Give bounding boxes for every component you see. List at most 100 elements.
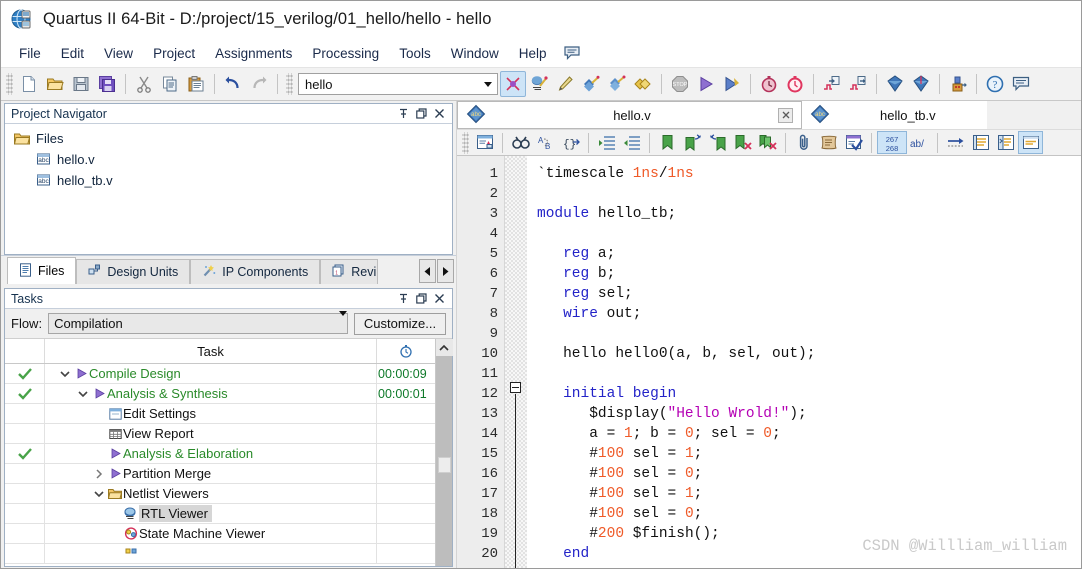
timing-analyzer-red-button[interactable] [782, 71, 808, 97]
replace-button[interactable]: AB [533, 131, 558, 154]
copy-button[interactable] [157, 71, 183, 97]
menu-edit[interactable]: Edit [51, 43, 94, 64]
project-revision-combo[interactable]: hello [298, 73, 498, 95]
code-text[interactable]: `timescale 1ns/1ns module hello_tb; reg … [527, 156, 1081, 568]
chevron-down-icon[interactable] [91, 490, 107, 498]
expand-all-button[interactable] [993, 131, 1018, 154]
bookmark-next-button[interactable] [680, 131, 705, 154]
new-file-button[interactable] [16, 71, 42, 97]
word-wrap-button[interactable]: ab/ [907, 131, 932, 154]
collapse-all-button[interactable] [968, 131, 993, 154]
compile-pencil-button[interactable] [552, 71, 578, 97]
editor-tab-hello-tb-v[interactable]: abc hello_tb.v [802, 101, 987, 129]
save-all-button[interactable] [94, 71, 120, 97]
nav-tab-revisions[interactable]: 1 Revi [320, 259, 379, 284]
chevron-down-icon[interactable] [339, 311, 347, 331]
close-icon[interactable] [778, 107, 793, 123]
nav-tab-files[interactable]: Files [7, 257, 77, 284]
task-cell[interactable]: Analysis & Elaboration [45, 444, 377, 463]
goto-button[interactable]: {} [558, 131, 583, 154]
table-row[interactable]: Compile Design 00:00:09 [5, 364, 435, 384]
task-cell[interactable]: RTL Viewer [45, 504, 377, 523]
nav-tab-ip-components[interactable]: IP Components [190, 259, 321, 284]
table-row[interactable]: Analysis & Synthesis 00:00:01 [5, 384, 435, 404]
table-row[interactable]: Netlist Viewers [5, 484, 435, 504]
task-cell[interactable] [45, 544, 377, 563]
triangle-left-icon[interactable] [419, 259, 436, 283]
stop-button[interactable]: STOP [667, 71, 693, 97]
table-row-partial[interactable] [5, 544, 435, 564]
table-row[interactable]: Analysis & Elaboration [5, 444, 435, 464]
pin-planner-button[interactable] [945, 71, 971, 97]
menu-tools[interactable]: Tools [389, 43, 441, 64]
nav-tab-design-units[interactable]: Design Units [76, 259, 191, 284]
help-button[interactable]: ? [982, 71, 1008, 97]
pin-icon[interactable] [397, 292, 410, 305]
timing-analyzer-button[interactable] [756, 71, 782, 97]
table-row[interactable]: Partition Merge [5, 464, 435, 484]
start-compilation-report-button[interactable] [719, 71, 745, 97]
bookmark-toggle-button[interactable] [655, 131, 680, 154]
menu-window[interactable]: Window [441, 43, 509, 64]
decrease-indent-button[interactable] [619, 131, 644, 154]
flow-select[interactable]: Compilation [48, 311, 348, 334]
find-button[interactable] [508, 131, 533, 154]
customize-button[interactable]: Customize... [354, 312, 446, 335]
bookmark-clear-button[interactable] [730, 131, 755, 154]
chevron-right-icon[interactable] [91, 468, 107, 479]
restore-icon[interactable] [415, 107, 428, 120]
signaltap-out-button[interactable] [845, 71, 871, 97]
bookmark-prev-button[interactable] [705, 131, 730, 154]
menu-file[interactable]: File [9, 43, 51, 64]
close-icon[interactable] [433, 292, 446, 305]
signaltap-in-button[interactable] [819, 71, 845, 97]
show-whitespace-button[interactable] [943, 131, 968, 154]
tasks-scrollbar[interactable] [435, 339, 453, 566]
close-icon[interactable] [433, 107, 446, 120]
task-cell[interactable]: Partition Merge [45, 464, 377, 483]
table-row[interactable]: State Machine Viewer [5, 524, 435, 544]
scroll-thumb[interactable] [438, 457, 451, 473]
triangle-right-icon[interactable] [437, 259, 454, 283]
task-cell[interactable]: State Machine Viewer [45, 524, 377, 543]
toolbar-grip[interactable] [462, 131, 469, 154]
bookmark-clear-all-button[interactable] [755, 131, 780, 154]
stop-analysis-button[interactable] [500, 71, 526, 97]
tree-node-hello-tb-v[interactable]: abc hello_tb.v [10, 170, 452, 191]
analysis-elaboration-button[interactable] [526, 71, 552, 97]
line-numbers-button[interactable]: 267 268 [877, 131, 907, 154]
tree-node-files[interactable]: Files [10, 128, 452, 149]
chevron-down-icon[interactable] [75, 390, 91, 398]
paste-button[interactable] [183, 71, 209, 97]
start-fitter-button[interactable] [604, 71, 630, 97]
check-syntax-button[interactable] [841, 131, 866, 154]
scroll-up-icon[interactable] [435, 339, 453, 356]
editor-tab-hello-v[interactable]: abc hello.v [457, 101, 802, 129]
undo-button[interactable] [220, 71, 246, 97]
pin-icon[interactable] [397, 107, 410, 120]
start-analysis-synthesis-button[interactable] [578, 71, 604, 97]
open-file-button[interactable] [42, 71, 68, 97]
table-row[interactable]: Edit Settings [5, 404, 435, 424]
cut-button[interactable] [131, 71, 157, 97]
restore-icon[interactable] [415, 292, 428, 305]
code-editor[interactable]: 1 2 3 4 5 6 7 8 9 10 11 12 13 14 15 16 1 [457, 156, 1081, 568]
task-cell[interactable]: View Report [45, 424, 377, 443]
increase-indent-button[interactable] [594, 131, 619, 154]
save-file-button[interactable] [68, 71, 94, 97]
start-compilation-button[interactable] [693, 71, 719, 97]
project-files-tree[interactable]: Files abc hello.v abc hello_tb.v [5, 124, 452, 254]
insert-template-button[interactable] [472, 131, 497, 154]
chevron-down-icon[interactable] [479, 74, 497, 94]
programmer-button[interactable] [882, 71, 908, 97]
menu-processing[interactable]: Processing [302, 43, 389, 64]
menu-assignments[interactable]: Assignments [205, 43, 302, 64]
message-button[interactable] [1008, 71, 1034, 97]
tree-node-hello-v[interactable]: abc hello.v [10, 149, 452, 170]
task-cell[interactable]: Compile Design [45, 364, 377, 383]
task-cell[interactable]: Edit Settings [45, 404, 377, 423]
menu-help[interactable]: Help [509, 43, 557, 64]
fold-collapse-icon[interactable] [510, 382, 521, 393]
table-row[interactable]: RTL Viewer [5, 504, 435, 524]
message-balloon-icon[interactable] [564, 46, 581, 60]
